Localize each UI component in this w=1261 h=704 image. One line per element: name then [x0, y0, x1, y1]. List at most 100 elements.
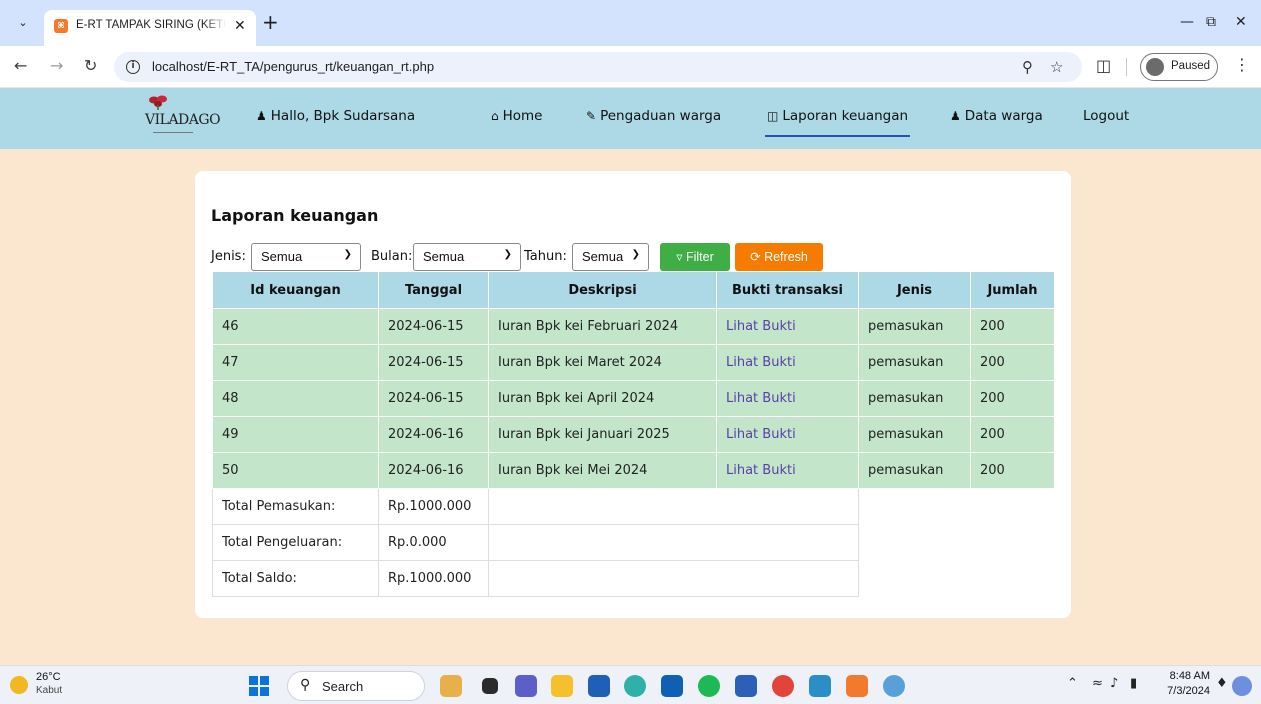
total-blank-cell: [488, 488, 859, 525]
column-header: Deskripsi: [488, 271, 717, 309]
filter-button[interactable]: ▿ Filter: [660, 243, 730, 271]
file-explorer-icon[interactable]: [551, 675, 573, 697]
refresh-icon: ⟳: [750, 250, 765, 264]
xampp-app-icon[interactable]: [846, 675, 868, 697]
word-app-icon[interactable]: [735, 675, 757, 697]
minimize-icon[interactable]: —: [1180, 14, 1194, 30]
notification-bell-icon[interactable]: ♦: [1216, 676, 1228, 691]
forward-arrow-icon[interactable]: →: [50, 57, 63, 75]
browser-tab[interactable]: ⌘ E-RT TAMPAK SIRING (KETUA RT ✕: [44, 10, 256, 46]
nav-greeting: ♟ Hallo, Bpk Sudarsana: [256, 108, 416, 124]
bulan-select[interactable]: Semua ❯: [413, 243, 521, 271]
tab-title: E-RT TAMPAK SIRING (KETUA RT: [76, 19, 226, 31]
browser-menu-icon[interactable]: ⋮: [1234, 56, 1250, 74]
tab-search-chevron-icon[interactable]: ⌄: [14, 14, 32, 32]
total-value: Rp.1000.000: [378, 560, 489, 597]
refresh-button[interactable]: ⟳ Refresh: [735, 243, 823, 271]
table-row: 46 2024-06-15 Iuran Bpk kei Februari 202…: [212, 308, 1055, 345]
speaker-icon[interactable]: ♪: [1110, 676, 1118, 691]
site-info-icon[interactable]: i: [126, 60, 140, 74]
user-icon: ♟: [256, 109, 267, 123]
battery-icon[interactable]: ▮: [1130, 676, 1137, 691]
cell-jumlah: 200: [970, 308, 1055, 345]
zoom-icon[interactable]: ⚲: [1022, 58, 1033, 76]
nav-pengaduan-warga[interactable]: ✎ Pengaduan warga: [586, 108, 721, 124]
extensions-puzzle-icon[interactable]: ◫: [1096, 57, 1111, 75]
empty-cell: [859, 489, 1055, 525]
chrome-browser-icon[interactable]: [772, 675, 794, 697]
jenis-select[interactable]: Semua ❯: [251, 243, 361, 271]
tahun-select[interactable]: Semua ❯: [572, 243, 649, 271]
tab-close-icon[interactable]: ✕: [234, 18, 246, 34]
chevron-down-icon: ❯: [503, 249, 512, 260]
cell-tanggal: 2024-06-15: [378, 380, 489, 417]
wifi-icon[interactable]: ≈: [1092, 676, 1103, 691]
jenis-label: Jenis:: [211, 249, 246, 264]
teams-app-icon[interactable]: [515, 675, 537, 697]
terminal-app-icon[interactable]: [809, 675, 831, 697]
mail-app-icon[interactable]: [661, 675, 683, 697]
column-header: Id keuangan: [212, 271, 379, 309]
vila-dago-logo[interactable]: VILADAGO: [145, 94, 221, 142]
cell-jenis: pemasukan: [858, 344, 971, 381]
browser-tab-bar: ⌄ ⌘ E-RT TAMPAK SIRING (KETUA RT ✕ + — ⧉…: [0, 0, 1261, 46]
tray-chevron-up-icon[interactable]: ⌃: [1067, 676, 1078, 691]
table-row: 48 2024-06-15 Iuran Bpk kei April 2024 L…: [212, 380, 1055, 417]
nav-data-warga[interactable]: ♟ Data warga: [950, 108, 1043, 124]
back-arrow-icon[interactable]: ←: [14, 57, 27, 75]
nav-logout[interactable]: Logout: [1083, 108, 1129, 124]
url-input[interactable]: i localhost/E-RT_TA/pengurus_rt/keuangan…: [114, 52, 1082, 82]
cell-id: 50: [212, 452, 379, 489]
taskbar-search-input[interactable]: ⚲ Search: [287, 671, 425, 701]
microsoft-store-icon[interactable]: [588, 675, 610, 697]
nav-laporan-keuangan[interactable]: ◫ Laporan keuangan: [767, 108, 908, 124]
total-label: Total Saldo:: [212, 560, 379, 597]
edge-browser-icon[interactable]: [624, 675, 646, 697]
logo-text: VILADAGO: [145, 112, 221, 128]
copilot-icon[interactable]: [1232, 676, 1252, 696]
profile-avatar: [1146, 58, 1164, 76]
empty-cell: [859, 561, 1055, 597]
spotify-app-icon[interactable]: [698, 675, 720, 697]
weather-temperature[interactable]: 26°C: [36, 671, 61, 683]
logo-flower-icon: [149, 95, 167, 110]
cell-deskripsi: Iuran Bpk kei Mei 2024: [488, 452, 717, 489]
cell-id: 48: [212, 380, 379, 417]
table-row: 50 2024-06-16 Iuran Bpk kei Mei 2024 Lih…: [212, 452, 1055, 489]
nav-home[interactable]: ⌂ Home: [491, 108, 543, 124]
url-text: localhost/E-RT_TA/pengurus_rt/keuangan_r…: [152, 59, 435, 74]
cell-tanggal: 2024-06-16: [378, 416, 489, 453]
lihat-bukti-link[interactable]: Lihat Bukti: [716, 344, 859, 381]
total-row: Total Pemasukan: Rp.1000.000: [212, 488, 1055, 525]
table-header-row: Id keuangan Tanggal Deskripsi Bukti tran…: [212, 271, 1055, 309]
new-tab-plus-icon[interactable]: +: [262, 12, 279, 32]
column-header: Bukti transaksi: [716, 271, 859, 309]
window-close-icon[interactable]: ✕: [1235, 14, 1247, 30]
app-icon[interactable]: [883, 675, 905, 697]
task-view-icon[interactable]: [482, 678, 498, 694]
lihat-bukti-link[interactable]: Lihat Bukti: [716, 308, 859, 345]
lihat-bukti-link[interactable]: Lihat Bukti: [716, 416, 859, 453]
widgets-app-icon[interactable]: [440, 675, 462, 697]
profile-button[interactable]: Paused: [1140, 53, 1218, 81]
bookmark-star-icon[interactable]: ☆: [1050, 58, 1063, 76]
search-label: Search: [322, 679, 364, 694]
lihat-bukti-link[interactable]: Lihat Bukti: [716, 380, 859, 417]
cell-deskripsi: Iuran Bpk kei Januari 2025: [488, 416, 717, 453]
cell-jenis: pemasukan: [858, 380, 971, 417]
lihat-bukti-link[interactable]: Lihat Bukti: [716, 452, 859, 489]
weather-description[interactable]: Kabut: [36, 685, 62, 696]
cell-jumlah: 200: [970, 380, 1055, 417]
total-label: Total Pemasukan:: [212, 488, 379, 525]
finance-table: Id keuangan Tanggal Deskripsi Bukti tran…: [212, 271, 1055, 597]
edit-icon: ✎: [586, 109, 597, 123]
weather-sun-icon[interactable]: [10, 676, 28, 694]
reload-icon[interactable]: ↻: [84, 57, 97, 75]
restore-icon[interactable]: ⧉: [1206, 14, 1216, 30]
windows-start-icon[interactable]: [249, 676, 269, 696]
tahun-label: Tahun:: [524, 249, 567, 264]
users-icon: ♟: [950, 109, 961, 123]
clock-date[interactable]: 7/3/2024: [1158, 685, 1210, 697]
clock-time[interactable]: 8:48 AM: [1166, 670, 1210, 682]
column-header: Tanggal: [378, 271, 489, 309]
